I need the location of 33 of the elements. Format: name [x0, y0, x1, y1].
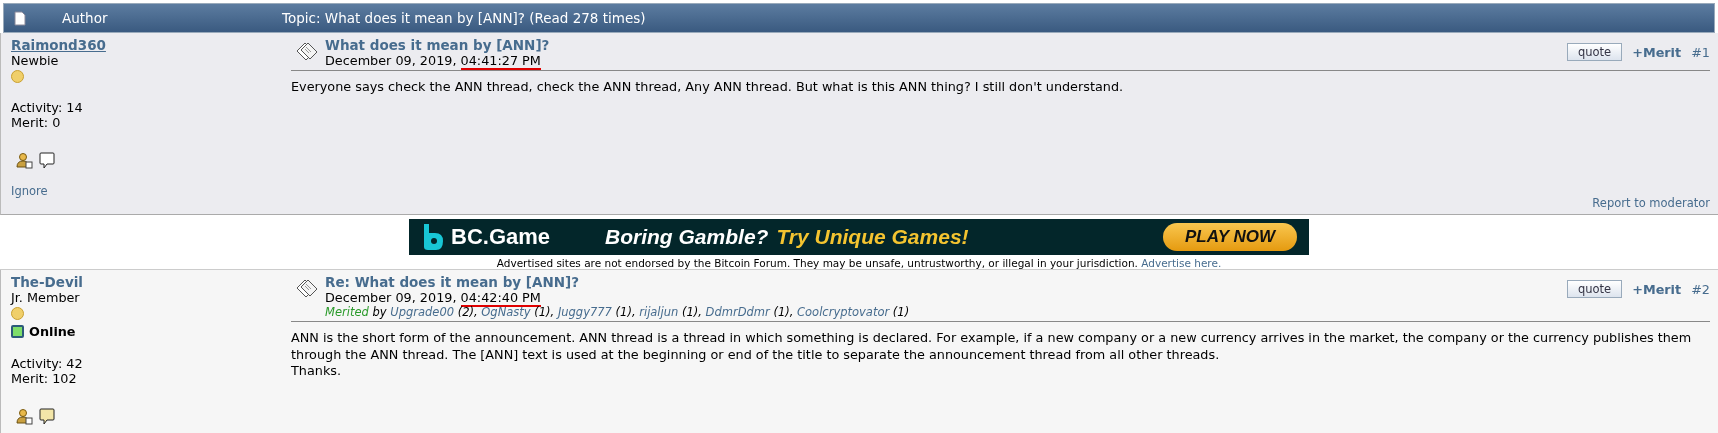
online-label: Online [29, 324, 76, 339]
ad-brand: BC.Game [451, 224, 551, 250]
play-now-button[interactable]: PLAY NOW [1162, 223, 1297, 251]
activity-count: Activity: 14 [11, 100, 83, 115]
post-date: December 09, 2019, 04:42:40 PM [325, 290, 541, 305]
post-number-link[interactable]: #1 [1691, 44, 1710, 60]
post-title-link[interactable]: What does it mean by [ANN]? [325, 37, 1567, 53]
username-link[interactable]: Raimond360 [11, 37, 106, 53]
quote-button[interactable]: quote [1566, 280, 1623, 298]
post-title-link[interactable]: Re: What does it mean by [ANN]? [325, 274, 1567, 290]
ad-banner[interactable]: BC.Game Boring Gamble? Try Unique Games! PLAY NOW [409, 219, 1309, 255]
ad-disclaimer: Advertised sites are not endorsed by the Bitcoin Forum. They may be unsafe, untrustworthy, or illegal in your jurisdiction. Advertise here. [496, 257, 1222, 269]
ad-slogan: Try Unique Games! [776, 225, 969, 249]
merit-count: Merit: 102 [11, 371, 78, 386]
merit-link[interactable]: +Merit [1632, 281, 1682, 297]
author-column-header: Author [62, 10, 109, 26]
username-link[interactable]: The-Devil [11, 274, 83, 290]
quote-button[interactable]: quote [1566, 43, 1623, 61]
ad-slogan: Boring Gamble? [605, 225, 769, 249]
activity-count: Activity: 42 [11, 356, 83, 371]
merit-link[interactable]: +Merit [1632, 44, 1682, 60]
member-rank: Newbie [11, 53, 59, 68]
post-body: ANN is the short form of the announcement. ANN thread is a thread in which something is declared. For example, if a new company or a new currency arrives in the market, the company or the currency publishes them through the ANN thread. The [ANN] text is used at the beginning or end of the title to separate the announcement thread from all other threads. Thanks. [291, 330, 1693, 380]
member-rank: Jr. Member [11, 290, 80, 305]
ignore-link[interactable]: Ignore [11, 184, 48, 198]
post-date: December 09, 2019, 04:41:27 PM [325, 53, 542, 68]
merited-by-line: Merited by Upgrade00 (2), OgNasty (1), Juggy777 (1), rijaljun (1), DdmrDdmr (1), Coolcryptovator (1) [325, 305, 911, 319]
topic-header: Topic: What does it mean by [ANN]? (Read 278 times) [282, 10, 646, 26]
merit-count: Merit: 0 [11, 115, 62, 130]
advertise-link[interactable]: Advertise here. [1141, 257, 1222, 269]
post-body: Everyone says check the ANN thread, check the ANN thread, Any ANN thread. But what is this ANN thing? I still don't understand. [291, 79, 1125, 96]
report-link[interactable]: Report to moderator [1592, 196, 1710, 210]
post-number-link[interactable]: #2 [1691, 281, 1710, 297]
